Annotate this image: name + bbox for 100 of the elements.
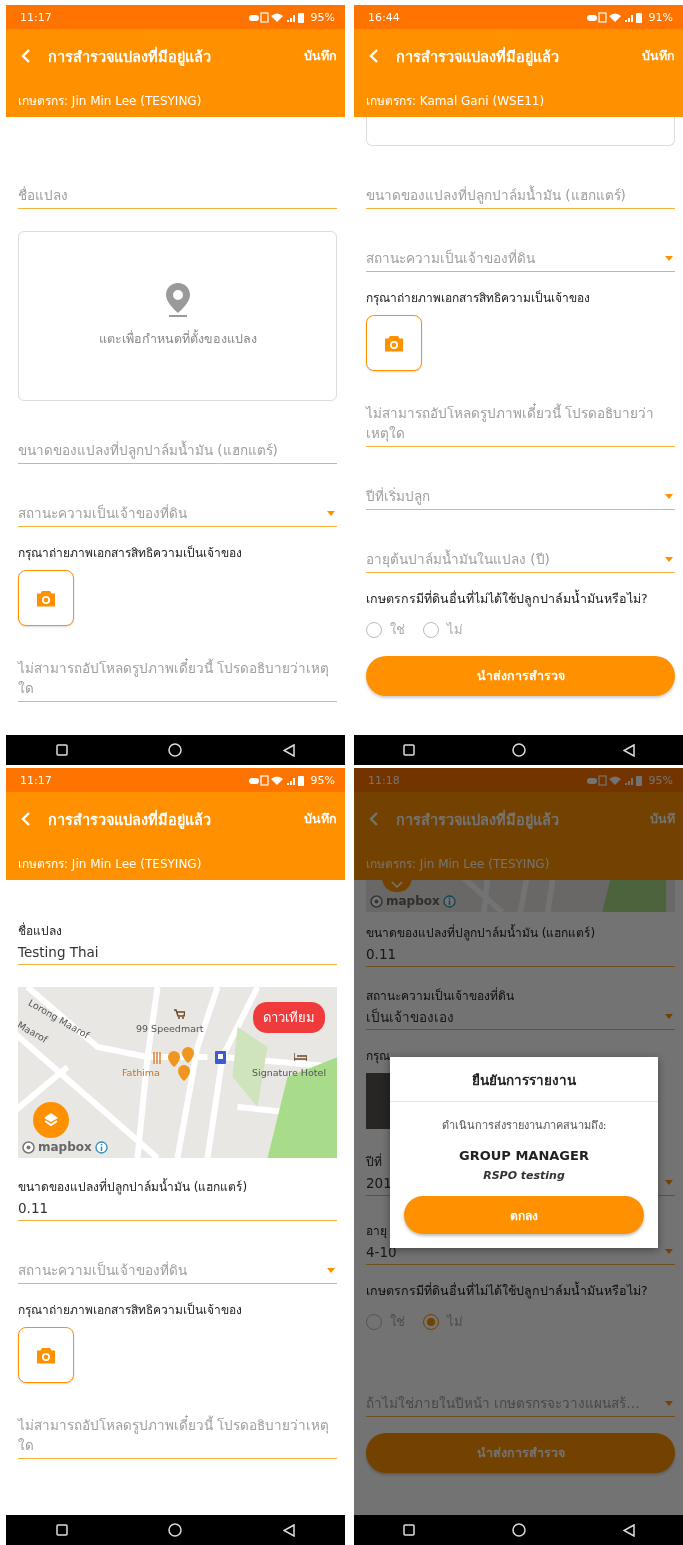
submit-button[interactable]: นำส่งการสำรวจ — [366, 656, 675, 696]
location-picker[interactable]: แตะเพื่อกำหนดที่ตั้งของแปลง — [18, 231, 337, 401]
input-field[interactable]: ไม่สามารถอัปโหลดรูปภาพเดี๋ยวนี้ โปรดอธิบายว่าเหตุใด — [18, 1397, 337, 1459]
battery-percent: 95% — [310, 10, 335, 24]
back-icon[interactable] — [282, 1523, 295, 1537]
save-button[interactable]: บันทึก — [642, 46, 675, 66]
camera-button[interactable] — [366, 315, 422, 371]
dialog-title: ยืนยันการรายงาน — [390, 1057, 658, 1102]
caret-icon — [665, 1180, 673, 1185]
dropdown-field[interactable]: อายุต้นปาล์มน้ำมันในแปลง (ปี) — [366, 530, 675, 573]
attribution-text: mapbox — [38, 1140, 92, 1154]
submit-button[interactable]: นำส่งการสำรวจ — [366, 1433, 675, 1473]
logo-icon — [22, 1140, 35, 1154]
back-icon[interactable] — [282, 743, 295, 757]
battery-percent: 91% — [648, 10, 673, 24]
chevron-down-icon — [391, 880, 403, 888]
recipient-name: GROUP MANAGER — [459, 1148, 589, 1163]
camera-icon — [36, 589, 56, 607]
recent-apps-icon[interactable] — [56, 1524, 69, 1536]
camera-icon — [36, 1346, 56, 1364]
home-icon[interactable] — [511, 743, 526, 757]
dropdown-field[interactable]: สถานะความเป็นเจ้าของที่ดิน — [18, 484, 337, 527]
group-name: RSPO testing — [483, 1169, 565, 1182]
info-icon[interactable] — [94, 1140, 108, 1154]
train-station-icon — [215, 1051, 226, 1064]
farmer-name: เกษตรกร: Jin Min Lee (TESYING) — [365, 855, 551, 873]
dropdown-field[interactable]: สถานะความเป็นเจ้าของที่ดิน — [366, 229, 675, 272]
logo-icon — [370, 894, 383, 908]
caret-icon — [327, 511, 335, 516]
dropdown-field[interactable]: สถานะความเป็นเจ้าของที่ดิน — [18, 1241, 337, 1284]
screen-title: การสำรวจแปลงที่มีอยู่แล้ว — [396, 808, 560, 831]
cart-icon — [174, 1009, 185, 1019]
home-icon[interactable] — [168, 743, 183, 757]
input-field[interactable]: ขนาดของแปลงที่ปลูกปาล์มน้ำมัน (แฮกแตร์) — [366, 166, 675, 209]
save-button[interactable]: บันทึ — [650, 809, 675, 829]
recent-apps-icon[interactable] — [402, 744, 415, 756]
status-time: 16:44 — [368, 10, 400, 24]
map-drawing[interactable] — [18, 987, 337, 1158]
caret-icon — [665, 1401, 673, 1406]
dialog-message: ดำเนินการส่งรายงานภาคสนามถึง: — [441, 1118, 607, 1134]
status-icons-drawing — [248, 11, 305, 23]
map-pin-icon — [165, 283, 190, 317]
input-field[interactable]: ชื่อแปลง Testing Thai — [18, 922, 337, 965]
question-label: เกษตรกรมีที่ดินอื่นที่ไม่ได้ใช้ปลูกปาล์มน้ำมันหรือไม่? — [366, 589, 648, 609]
info-icon[interactable] — [442, 894, 456, 908]
screen-title: การสำรวจแปลงที่มีอยู่แล้ว — [48, 45, 212, 68]
input-field[interactable]: ไม่สามารถอัปโหลดรูปภาพเดี๋ยวนี้ โปรดอธิบายว่าเหตุใด — [18, 640, 337, 702]
farmer-name: เกษตรกร: Kamal Gani (WSE11) — [365, 92, 546, 110]
photo-prompt: กรุณาถ่ายภาพเอกสารสิทธิความเป็นเจ้าของ — [18, 544, 242, 562]
map-label: Signature Hotel — [252, 1067, 326, 1078]
question-label: เกษตรกรมีที่ดินอื่นที่ไม่ได้ใช้ปลูกปาล์มน้ำมันหรือไม่? — [366, 1281, 648, 1301]
farmer-name: เกษตรกร: Jin Min Lee (TESYING) — [17, 855, 203, 873]
status-time: 11:18 — [368, 773, 400, 787]
hotel-icon — [294, 1053, 307, 1061]
dropdown-field[interactable]: สถานะความเป็นเจ้าของที่ดิน เป็นเจ้าของเอง — [366, 987, 675, 1030]
satellite-button[interactable]: ดาวเทียม — [253, 1002, 325, 1033]
caret-icon — [665, 256, 673, 261]
recent-apps-icon[interactable] — [56, 744, 69, 756]
status-time: 11:17 — [20, 10, 52, 24]
caret-icon — [665, 1014, 673, 1019]
ok-button[interactable]: ตกลง — [404, 1196, 644, 1234]
back-icon[interactable] — [622, 743, 635, 757]
input-field[interactable]: ขนาดของแปลงที่ปลูกปาล์มน้ำมัน (แฮกแตร์) — [18, 421, 337, 464]
status-icons-drawing — [586, 11, 643, 23]
battery-percent: 95% — [648, 773, 673, 787]
layers-icon — [42, 1111, 60, 1129]
input-field[interactable]: ชื่อแปลง — [18, 166, 337, 209]
screen-title: การสำรวจแปลงที่มีอยู่แล้ว — [396, 45, 560, 68]
map-label: Fathima — [122, 1067, 160, 1078]
photo-prompt: กรุณาถ่ายภาพเอกสารสิทธิความเป็นเจ้าของ — [366, 289, 590, 307]
save-button[interactable]: บันทึก — [304, 46, 337, 66]
radio-option[interactable]: ใช่ — [366, 619, 405, 640]
input-field[interactable]: ขนาดของแปลงที่ปลูกปาล์มน้ำมัน (แฮกแตร์) 0.11 — [366, 924, 675, 967]
recent-apps-icon[interactable] — [402, 1524, 415, 1536]
caret-icon — [665, 494, 673, 499]
save-button[interactable]: บันทึก — [304, 809, 337, 829]
camera-button[interactable] — [18, 570, 74, 626]
photo-prompt: กรุณาถ่ายภาพเอกสารสิทธิความเป็นเจ้าของ — [18, 1301, 242, 1319]
status-icons-drawing — [248, 774, 305, 786]
home-icon[interactable] — [168, 1523, 183, 1537]
map-label: 99 Speedmart — [136, 1023, 204, 1034]
attribution-text: mapbox — [386, 894, 440, 908]
status-icons-drawing — [586, 774, 643, 786]
battery-percent: 95% — [310, 773, 335, 787]
status-time: 11:17 — [20, 773, 52, 787]
home-icon[interactable] — [511, 1523, 526, 1537]
caret-icon — [665, 1249, 673, 1254]
caret-icon — [665, 557, 673, 562]
map-drawing[interactable] — [366, 880, 675, 912]
input-field[interactable]: ขนาดของแปลงที่ปลูกปาล์มน้ำมัน (แฮกแตร์) 0.11 — [18, 1178, 337, 1221]
caret-icon — [327, 1268, 335, 1273]
camera-icon — [384, 334, 404, 352]
photo-prompt: กรุณ — [366, 1048, 390, 1065]
input-field[interactable]: ไม่สามารถอัปโหลดรูปภาพเดี๋ยวนี้ โปรดอธิบายว่าเหตุใด — [366, 385, 675, 447]
radio-option[interactable]: ไม่ — [423, 619, 463, 640]
farmer-name: เกษตรกร: Jin Min Lee (TESYING) — [17, 92, 203, 110]
back-icon[interactable] — [622, 1523, 635, 1537]
dropdown-field[interactable]: ปีที่เริ่มปลูก — [366, 467, 675, 510]
camera-button[interactable] — [18, 1327, 74, 1383]
screen-title: การสำรวจแปลงที่มีอยู่แล้ว — [48, 808, 212, 831]
